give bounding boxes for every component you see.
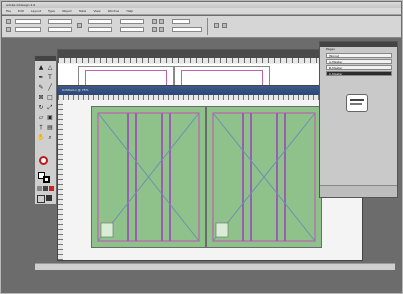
toolbar-divider [207, 18, 208, 35]
panel-list-item[interactable]: [None] [326, 53, 392, 58]
control-palette [2, 16, 401, 38]
document-window-back [57, 49, 329, 90]
menu-help[interactable]: Help [126, 9, 133, 13]
reference-point-icon-2[interactable] [6, 27, 11, 32]
vertical-ruler [58, 100, 63, 260]
normal-view-icon[interactable] [37, 195, 45, 203]
apply-none-icon[interactable] [49, 186, 54, 191]
tools-panel-titlebar [35, 56, 56, 61]
height-field[interactable] [48, 27, 72, 32]
document-title: Untitled-1 @ 75% [62, 88, 89, 92]
rectangle-frame-tool-icon[interactable]: ⊠ [37, 94, 45, 102]
eyedropper-tool-icon[interactable]: † [37, 124, 45, 132]
menu-view[interactable]: View [93, 9, 100, 13]
direct-selection-tool-icon[interactable]: △ [46, 64, 54, 72]
document-window-back-titlebar[interactable] [58, 50, 328, 58]
type-tool-icon[interactable]: T [46, 74, 54, 82]
fill-icon[interactable] [214, 23, 219, 28]
panel-list-item-selected[interactable]: C-Master [326, 71, 392, 76]
panel-list-item[interactable]: B-Master [326, 65, 392, 70]
page-thumbnail[interactable] [346, 94, 368, 112]
apply-color-icon[interactable] [37, 186, 42, 191]
pages-panel-tab[interactable]: Pages [326, 47, 356, 51]
selection-tool-icon[interactable]: ▲ [37, 64, 45, 72]
horizontal-ruler [58, 95, 362, 100]
document-window-front: Untitled-1 @ 75% [57, 85, 363, 261]
menu-object[interactable]: Object [62, 9, 72, 13]
rotate-icon[interactable] [152, 19, 157, 24]
menu-window[interactable]: Window [108, 9, 120, 13]
panel-list-item[interactable]: A-Master [326, 59, 392, 64]
spread-page-left[interactable] [91, 106, 206, 248]
shear-tool-icon[interactable]: ▱ [37, 114, 45, 122]
menu-edit[interactable]: Edit [18, 9, 24, 13]
document-window-front-titlebar[interactable]: Untitled-1 @ 75% [58, 86, 362, 95]
stroke-type-field[interactable] [172, 27, 202, 32]
thumbnail-label-line [350, 99, 364, 101]
menu-table[interactable]: Table [79, 9, 87, 13]
gradient-tool-icon[interactable]: ▤ [46, 124, 54, 132]
menu-bar: File Edit Layout Type Object Table View … [2, 8, 401, 15]
preview-view-icon[interactable] [46, 195, 52, 201]
none-swatch-icon[interactable] [39, 156, 48, 165]
horizontal-ruler [58, 58, 328, 63]
thumbnail-label-line [350, 103, 362, 105]
select-content-icon[interactable] [159, 27, 164, 32]
reference-point-icon[interactable] [6, 19, 11, 24]
select-container-icon[interactable] [152, 27, 157, 32]
rotation-field[interactable] [120, 19, 144, 24]
hand-tool-icon[interactable]: ✋ [37, 134, 45, 142]
page-right-guides [212, 112, 316, 242]
constrain-proportions-icon[interactable] [77, 23, 82, 28]
app-title: Adobe InDesign 2.0 [6, 3, 36, 7]
stroke-swatch-icon[interactable] [43, 176, 50, 183]
free-transform-tool-icon[interactable]: ▣ [46, 114, 54, 122]
menu-type[interactable]: Type [48, 9, 55, 13]
stroke-icon[interactable] [222, 23, 227, 28]
stroke-weight-field[interactable] [172, 19, 190, 24]
tools-panel: ▲ △ ✒ T ✎ ╱ ⊠ □ ↻ ⤢ ▱ ▣ † ▤ ✋ ⌕ [34, 55, 57, 205]
flip-icon[interactable] [159, 19, 164, 24]
y-field[interactable] [15, 27, 41, 32]
spread-page-right[interactable] [206, 106, 322, 248]
page-left-guides [97, 112, 200, 242]
scale-y-field[interactable] [88, 27, 112, 32]
rectangle-tool-icon[interactable]: □ [46, 94, 54, 102]
rotate-tool-icon[interactable]: ↻ [37, 104, 45, 112]
menu-file[interactable]: File [6, 9, 11, 13]
zoom-tool-icon[interactable]: ⌕ [46, 134, 54, 142]
apply-gradient-icon[interactable] [43, 186, 48, 191]
pages-panel-footer [320, 185, 397, 197]
scale-x-field[interactable] [88, 19, 112, 24]
line-tool-icon[interactable]: ╱ [46, 84, 54, 92]
shear-field[interactable] [120, 27, 144, 32]
x-field[interactable] [15, 19, 41, 24]
pencil-tool-icon[interactable]: ✎ [37, 84, 45, 92]
pen-tool-icon[interactable]: ✒ [37, 74, 45, 82]
menu-layout[interactable]: Layout [31, 9, 41, 13]
desktop-screen: Adobe InDesign 2.0 File Edit Layout Type… [0, 0, 403, 294]
pages-panel: Pages [None] A-Master B-Master C-Master [319, 41, 398, 198]
width-field[interactable] [48, 19, 72, 24]
status-bar [35, 263, 395, 270]
scale-tool-icon[interactable]: ⤢ [46, 104, 54, 112]
